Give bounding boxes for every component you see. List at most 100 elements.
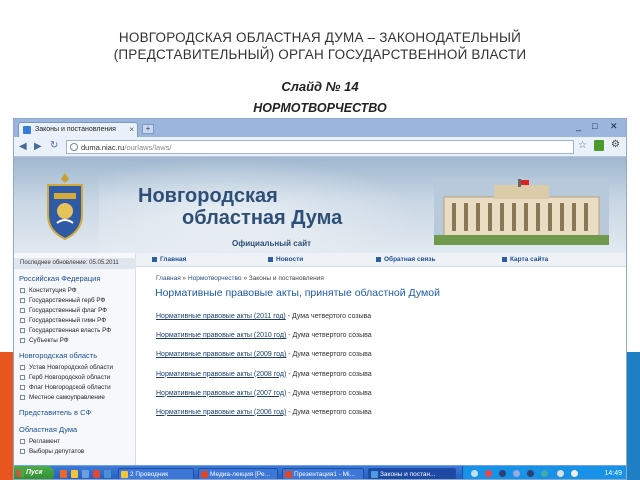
bullet-icon xyxy=(20,448,25,454)
bullet-icon xyxy=(20,337,25,343)
sidebar-item-label: Местное самоуправление xyxy=(29,394,105,401)
tray-network-icon[interactable] xyxy=(471,470,478,477)
taskbar-button-media-lecture[interactable]: Медиа-лекция [Ре... xyxy=(198,468,278,479)
act-note: - Дума четвертого созыва xyxy=(286,351,372,359)
sidebar-item-label: Регламент xyxy=(29,438,60,445)
quick-launch-opera-icon[interactable] xyxy=(93,470,100,478)
minimize-icon[interactable]: _ xyxy=(576,121,581,131)
menu-item-feedback[interactable]: Обратная связь xyxy=(376,256,436,263)
tray-volume-icon[interactable] xyxy=(571,470,578,477)
sidebar-item-label: Государственная власть РФ xyxy=(29,327,112,334)
breadcrumb-lawmaking[interactable]: Нормотворчество xyxy=(188,275,242,282)
site-name-line-1: Новгородская xyxy=(138,185,278,207)
sidebar: Последнее обновление: 05.05.2011 Российс… xyxy=(14,253,136,465)
menu-item-sitemap[interactable]: Карта сайта xyxy=(502,256,548,263)
sidebar-item[interactable]: Регламент xyxy=(20,438,60,445)
bullet-icon xyxy=(20,438,25,444)
sidebar-item-label: Герб Новгородской области xyxy=(29,374,111,381)
main-content: Главная » Нормотворчество » Законы и пос… xyxy=(136,267,626,465)
slide-number: Слайд № 14 xyxy=(281,79,359,94)
slide-heading: НОРМОТВОРЧЕСТВО xyxy=(253,101,387,115)
new-tab-button[interactable]: + xyxy=(142,124,154,134)
quick-launch-firefox-icon[interactable] xyxy=(60,470,67,478)
sidebar-section-novgorod[interactable]: Новгородская область xyxy=(19,351,97,360)
forward-icon[interactable]: ▶ xyxy=(34,141,42,152)
address-bar[interactable]: duma.niac.ru/ourlaws/laws/ xyxy=(66,140,574,154)
tray-update-icon[interactable] xyxy=(541,470,548,477)
act-link[interactable]: Нормативные правовые акты (2011 год) xyxy=(156,313,286,320)
windows-logo-icon xyxy=(17,470,24,477)
sidebar-item[interactable]: Герб Новгородской области xyxy=(20,374,110,381)
site-banner: Новгородская областная Дума Официальный … xyxy=(14,157,626,253)
bullet-icon xyxy=(20,287,25,293)
url-path: /ourlaws/laws/ xyxy=(124,143,172,152)
slide: НОВГОРОДСКАЯ ОБЛАСТНАЯ ДУМА – ЗАКОНОДАТЕ… xyxy=(0,0,640,480)
tray-player-icon[interactable] xyxy=(499,470,506,477)
acts-list: Нормативные правовые акты (2011 год) - Д… xyxy=(156,313,372,428)
taskbar-button-explorer[interactable]: 2 Проводник xyxy=(118,468,194,479)
maximize-icon[interactable]: □ xyxy=(592,121,597,131)
sidebar-item[interactable]: Выборы депутатов xyxy=(20,448,84,455)
list-item: Нормативные правовые акты (2007 год) - Д… xyxy=(156,390,372,409)
tray-language-icon[interactable] xyxy=(557,470,564,477)
menu-item-news[interactable]: Новости xyxy=(268,256,303,263)
back-icon[interactable]: ◀ xyxy=(19,141,27,152)
sidebar-item-label: Субъекты РФ xyxy=(29,337,69,344)
orange-accent-bar xyxy=(0,352,13,480)
sidebar-item[interactable]: Конституция РФ xyxy=(20,287,77,294)
home-icon xyxy=(152,256,157,262)
act-link[interactable]: Нормативные правовые акты (2007 год) xyxy=(156,390,286,397)
bullet-icon xyxy=(20,307,25,313)
sidebar-item[interactable]: Государственная власть РФ xyxy=(20,327,111,334)
sidebar-item[interactable]: Государственный гимн РФ xyxy=(20,317,106,324)
globe-icon xyxy=(70,143,78,151)
tray-antivirus-icon[interactable] xyxy=(485,470,492,477)
menu-item-home[interactable]: Главная xyxy=(152,256,186,263)
bullet-icon xyxy=(20,374,25,380)
news-icon xyxy=(268,256,273,262)
act-note: - Дума четвертого созыва xyxy=(286,389,372,397)
reload-icon[interactable]: ↻ xyxy=(50,140,58,151)
sidebar-item-label: Флаг Новгородской области xyxy=(29,384,111,391)
tray-play-icon[interactable] xyxy=(513,470,520,477)
tab-close-icon[interactable]: × xyxy=(129,125,134,134)
act-link[interactable]: Нормативные правовые акты (2010 год) xyxy=(156,332,286,339)
sidebar-item-label: Конституция РФ xyxy=(29,287,77,294)
extension-icon[interactable] xyxy=(594,140,604,151)
taskbar-button-presentation[interactable]: Презентация1 - Mi... xyxy=(282,468,364,479)
act-link[interactable]: Нормативные правовые акты (2009 год) xyxy=(156,351,286,358)
quick-launch-ie-icon[interactable] xyxy=(104,470,111,478)
list-item: Нормативные правовые акты (2011 год) - Д… xyxy=(156,313,372,332)
quick-launch-folder-icon[interactable] xyxy=(71,470,78,478)
sidebar-item-label: Выборы депутатов xyxy=(29,448,85,455)
bookmark-star-icon[interactable]: ☆ xyxy=(578,140,587,151)
sidebar-item[interactable]: Местное самоуправление xyxy=(20,394,105,401)
site-name[interactable]: Новгородская областная Дума xyxy=(138,185,342,229)
breadcrumb-home[interactable]: Главная xyxy=(156,275,181,282)
sidebar-section-federation-council[interactable]: Представитель в СФ xyxy=(19,408,91,417)
close-window-icon[interactable]: ✕ xyxy=(610,121,618,132)
sidebar-item[interactable]: Флаг Новгородской области xyxy=(20,384,111,391)
sidebar-item[interactable]: Субъекты РФ xyxy=(20,337,69,344)
breadcrumb: Главная » Нормотворчество » Законы и пос… xyxy=(156,275,324,282)
act-link[interactable]: Нормативные правовые акты (2008 год) xyxy=(156,371,286,378)
list-item: Нормативные правовые акты (2010 год) - Д… xyxy=(156,332,372,351)
tab-laws[interactable]: Законы и постановления × xyxy=(18,122,138,137)
act-link[interactable]: Нормативные правовые акты (2006 год) xyxy=(156,409,286,416)
sidebar-item-label: Государственный герб РФ xyxy=(29,297,106,304)
url-host: duma.niac.ru xyxy=(81,143,125,152)
sidebar-item[interactable]: Государственный флаг РФ xyxy=(20,307,107,314)
settings-menu-icon[interactable]: ⚙ xyxy=(611,139,620,150)
quick-launch-desktop-icon[interactable] xyxy=(82,470,89,478)
sidebar-section-russia[interactable]: Российская Федерация xyxy=(19,274,100,283)
clock[interactable]: 14:49 xyxy=(604,470,622,477)
sidebar-item[interactable]: Государственный герб РФ xyxy=(20,297,105,304)
sidebar-section-duma[interactable]: Областная Дума xyxy=(19,425,77,434)
start-button[interactable]: Пуск xyxy=(14,466,54,479)
act-note: - Дума четвертого созыва xyxy=(286,370,372,378)
tab-title: Законы и постановления xyxy=(35,126,116,133)
taskbar-button-browser[interactable]: Законы и постан... xyxy=(368,468,456,479)
duma-building-image xyxy=(434,179,609,245)
sidebar-item[interactable]: Устав Новгородской области xyxy=(20,364,113,371)
tray-stop-icon[interactable] xyxy=(527,470,534,477)
